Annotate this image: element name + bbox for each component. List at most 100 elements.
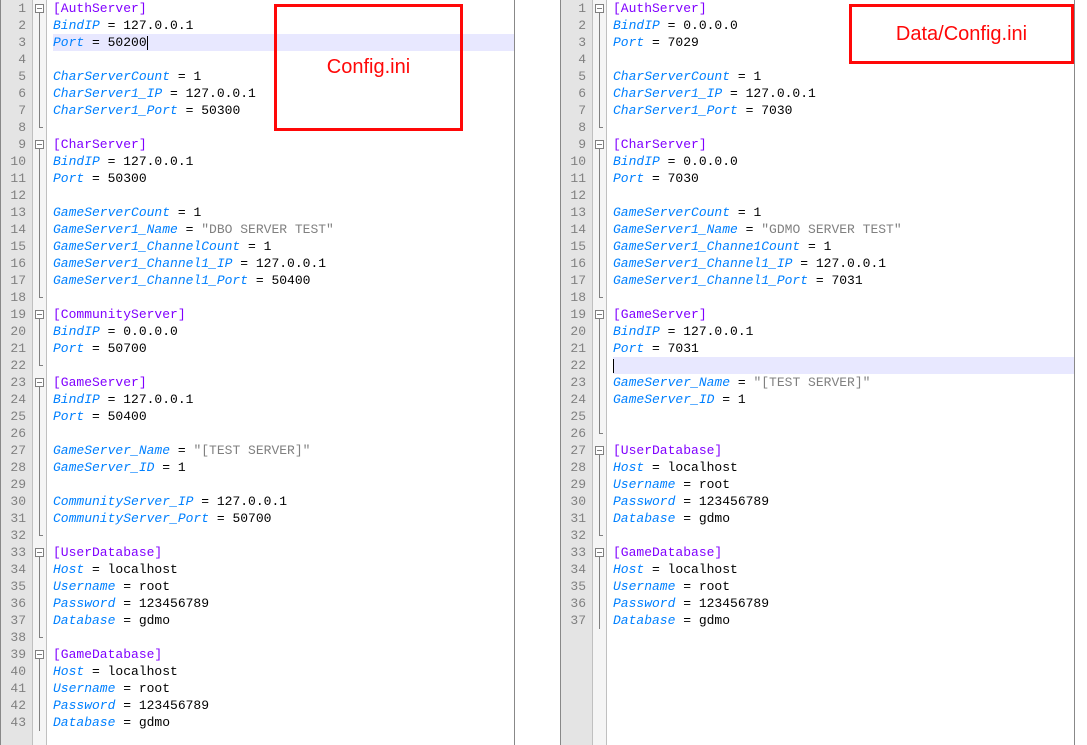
code-line[interactable]: Port = 7029 bbox=[613, 34, 1074, 51]
fold-gutter[interactable] bbox=[593, 0, 607, 745]
fold-toggle-icon[interactable] bbox=[593, 442, 606, 459]
code-line[interactable] bbox=[613, 527, 1074, 544]
fold-guide bbox=[33, 238, 46, 255]
code-line[interactable]: CharServerCount = 1 bbox=[53, 68, 514, 85]
code-line[interactable]: GameServerCount = 1 bbox=[613, 204, 1074, 221]
code-line[interactable]: CharServer1_Port = 50300 bbox=[53, 102, 514, 119]
code-line[interactable]: Database = gdmo bbox=[53, 612, 514, 629]
code-line[interactable] bbox=[53, 187, 514, 204]
code-line[interactable]: GameServerCount = 1 bbox=[53, 204, 514, 221]
code-line[interactable]: [CharServer] bbox=[613, 136, 1074, 153]
code-line[interactable]: Port = 50700 bbox=[53, 340, 514, 357]
code-line[interactable] bbox=[53, 476, 514, 493]
fold-toggle-icon[interactable] bbox=[33, 306, 46, 323]
code-line[interactable]: [GameDatabase] bbox=[53, 646, 514, 663]
code-line[interactable]: GameServer1_ChannelCount = 1 bbox=[53, 238, 514, 255]
code-line[interactable]: BindIP = 127.0.0.1 bbox=[613, 323, 1074, 340]
code-line[interactable]: [CharServer] bbox=[53, 136, 514, 153]
code-line[interactable] bbox=[53, 51, 514, 68]
code-line[interactable]: Host = localhost bbox=[53, 561, 514, 578]
code-line[interactable] bbox=[613, 408, 1074, 425]
code-line[interactable] bbox=[613, 119, 1074, 136]
code-line[interactable]: GameServer1_Name = "DBO SERVER TEST" bbox=[53, 221, 514, 238]
code-line[interactable]: CommunityServer_Port = 50700 bbox=[53, 510, 514, 527]
fold-toggle-icon[interactable] bbox=[33, 374, 46, 391]
fold-toggle-icon[interactable] bbox=[33, 544, 46, 561]
code-line[interactable]: Password = 123456789 bbox=[613, 595, 1074, 612]
fold-toggle-icon[interactable] bbox=[593, 0, 606, 17]
code-line[interactable] bbox=[613, 357, 1074, 374]
code-line[interactable]: Port = 50400 bbox=[53, 408, 514, 425]
code-line[interactable]: Host = localhost bbox=[613, 561, 1074, 578]
fold-toggle-icon[interactable] bbox=[33, 136, 46, 153]
code-line[interactable]: BindIP = 0.0.0.0 bbox=[613, 153, 1074, 170]
fold-gutter[interactable] bbox=[33, 0, 47, 745]
code-line[interactable] bbox=[613, 289, 1074, 306]
fold-toggle-icon[interactable] bbox=[593, 306, 606, 323]
code-line[interactable]: BindIP = 127.0.0.1 bbox=[53, 153, 514, 170]
code-line[interactable]: CharServer1_Port = 7030 bbox=[613, 102, 1074, 119]
code-line[interactable]: Password = 123456789 bbox=[53, 697, 514, 714]
code-line[interactable]: Database = gdmo bbox=[53, 714, 514, 731]
code-line[interactable]: CharServer1_IP = 127.0.0.1 bbox=[613, 85, 1074, 102]
code-line[interactable] bbox=[53, 289, 514, 306]
fold-toggle-icon[interactable] bbox=[33, 0, 46, 17]
code-line[interactable] bbox=[53, 425, 514, 442]
code-line[interactable] bbox=[53, 629, 514, 646]
code-line[interactable]: CommunityServer_IP = 127.0.0.1 bbox=[53, 493, 514, 510]
code-line[interactable]: [UserDatabase] bbox=[613, 442, 1074, 459]
code-line[interactable]: GameServer1_Name = "GDMO SERVER TEST" bbox=[613, 221, 1074, 238]
code-line[interactable]: GameServer1_Channel1_IP = 127.0.0.1 bbox=[53, 255, 514, 272]
code-line[interactable]: [UserDatabase] bbox=[53, 544, 514, 561]
fold-toggle-icon[interactable] bbox=[593, 136, 606, 153]
code-line[interactable] bbox=[613, 425, 1074, 442]
code-line[interactable] bbox=[53, 119, 514, 136]
code-line[interactable]: Port = 50200 bbox=[53, 34, 514, 51]
code-line[interactable]: GameServer1_Channel1_Port = 7031 bbox=[613, 272, 1074, 289]
code-line[interactable]: Port = 50300 bbox=[53, 170, 514, 187]
code-line[interactable]: Host = localhost bbox=[613, 459, 1074, 476]
code-line[interactable] bbox=[613, 51, 1074, 68]
code-line[interactable]: Database = gdmo bbox=[613, 612, 1074, 629]
code-line[interactable]: BindIP = 127.0.0.1 bbox=[53, 17, 514, 34]
code-line[interactable]: [GameServer] bbox=[53, 374, 514, 391]
code-line[interactable]: [AuthServer] bbox=[613, 0, 1074, 17]
fold-guide bbox=[593, 238, 606, 255]
code-line[interactable]: [GameServer] bbox=[613, 306, 1074, 323]
code-line[interactable]: Password = 123456789 bbox=[613, 493, 1074, 510]
code-line[interactable]: BindIP = 0.0.0.0 bbox=[53, 323, 514, 340]
code-line[interactable]: GameServer_Name = "[TEST SERVER]" bbox=[613, 374, 1074, 391]
code-line[interactable]: [GameDatabase] bbox=[613, 544, 1074, 561]
code-line[interactable] bbox=[613, 187, 1074, 204]
code-line[interactable]: Database = gdmo bbox=[613, 510, 1074, 527]
code-line[interactable]: GameServer_ID = 1 bbox=[53, 459, 514, 476]
code-line[interactable]: Host = localhost bbox=[53, 663, 514, 680]
code-line[interactable]: GameServer1_Channel1_IP = 127.0.0.1 bbox=[613, 255, 1074, 272]
code-line[interactable]: GameServer_Name = "[TEST SERVER]" bbox=[53, 442, 514, 459]
code-area[interactable]: [AuthServer]BindIP = 0.0.0.0Port = 7029 … bbox=[607, 0, 1074, 745]
code-line[interactable]: BindIP = 127.0.0.1 bbox=[53, 391, 514, 408]
code-line[interactable]: GameServer1_Channe1Count = 1 bbox=[613, 238, 1074, 255]
code-line[interactable]: CharServer1_IP = 127.0.0.1 bbox=[53, 85, 514, 102]
code-line[interactable]: [CommunityServer] bbox=[53, 306, 514, 323]
code-line[interactable]: Port = 7030 bbox=[613, 170, 1074, 187]
code-area[interactable]: [AuthServer]BindIP = 127.0.0.1Port = 502… bbox=[47, 0, 514, 745]
code-line[interactable]: Port = 7031 bbox=[613, 340, 1074, 357]
code-line[interactable]: GameServer_ID = 1 bbox=[613, 391, 1074, 408]
ini-value: localhost bbox=[108, 561, 178, 578]
code-line[interactable]: Username = root bbox=[613, 476, 1074, 493]
code-line[interactable]: Username = root bbox=[613, 578, 1074, 595]
code-line[interactable]: Username = root bbox=[53, 578, 514, 595]
fold-toggle-icon[interactable] bbox=[593, 544, 606, 561]
code-line[interactable] bbox=[53, 527, 514, 544]
fold-toggle-icon[interactable] bbox=[33, 646, 46, 663]
code-line[interactable]: GameServer1_Channel1_Port = 50400 bbox=[53, 272, 514, 289]
code-line[interactable]: BindIP = 0.0.0.0 bbox=[613, 17, 1074, 34]
code-line[interactable]: Username = root bbox=[53, 680, 514, 697]
code-line[interactable]: CharServerCount = 1 bbox=[613, 68, 1074, 85]
code-line[interactable]: [AuthServer] bbox=[53, 0, 514, 17]
code-line[interactable]: Password = 123456789 bbox=[53, 595, 514, 612]
ini-value: 50200 bbox=[108, 34, 147, 51]
code-line[interactable] bbox=[53, 357, 514, 374]
ini-equals: = bbox=[730, 374, 753, 391]
